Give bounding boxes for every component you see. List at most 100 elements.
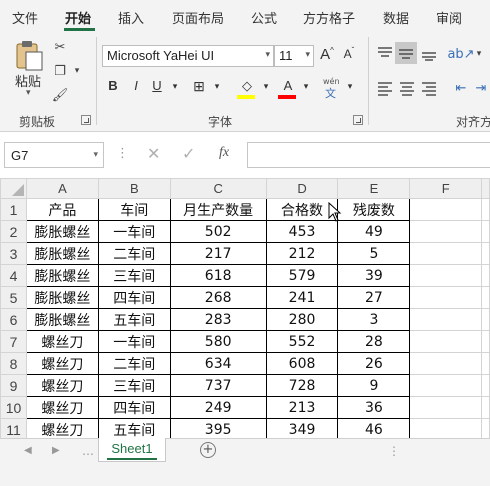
- empty-cell[interactable]: [409, 242, 483, 265]
- column-header-b[interactable]: B: [97, 178, 171, 199]
- clipboard-launcher-icon[interactable]: [81, 115, 91, 125]
- table-cell[interactable]: 283: [169, 308, 267, 331]
- format-painter-icon[interactable]: 🖌: [51, 86, 69, 104]
- table-cell[interactable]: 217: [169, 242, 267, 265]
- table-cell[interactable]: 26: [337, 352, 411, 375]
- table-cell[interactable]: 膨胀螺丝: [25, 242, 99, 265]
- table-cell[interactable]: 49: [337, 220, 411, 243]
- font-family-select[interactable]: Microsoft YaHei UI ▾: [102, 45, 274, 67]
- tab-fangfang[interactable]: 方方格子: [303, 8, 355, 27]
- table-cell[interactable]: 618: [169, 264, 267, 287]
- table-cell[interactable]: 349: [265, 418, 339, 438]
- row-header[interactable]: 6: [0, 308, 27, 331]
- row-header[interactable]: 1: [0, 198, 27, 221]
- table-cell[interactable]: 螺丝刀: [25, 418, 99, 438]
- empty-cell[interactable]: [481, 396, 490, 419]
- table-cell[interactable]: 5: [337, 242, 411, 265]
- empty-cell[interactable]: [481, 374, 490, 397]
- column-header-a[interactable]: A: [25, 178, 99, 199]
- table-cell[interactable]: 膨胀螺丝: [25, 220, 99, 243]
- table-cell[interactable]: 车间: [97, 198, 171, 221]
- tab-file[interactable]: 文件: [12, 8, 38, 27]
- tab-page-layout[interactable]: 页面布局: [172, 8, 224, 27]
- formula-bar-grip-icon[interactable]: ⋮: [116, 146, 129, 161]
- next-sheet-icon[interactable]: ▶: [52, 445, 60, 456]
- chevron-down-icon[interactable]: ▾: [341, 81, 359, 101]
- table-cell[interactable]: 五车间: [97, 418, 171, 438]
- table-cell[interactable]: 膨胀螺丝: [25, 264, 99, 287]
- table-cell[interactable]: 三车间: [97, 264, 171, 287]
- enter-icon[interactable]: ✓: [182, 144, 195, 163]
- table-cell[interactable]: 552: [265, 330, 339, 353]
- bold-button[interactable]: B: [104, 78, 122, 98]
- table-cell[interactable]: 268: [169, 286, 267, 309]
- row-header[interactable]: 7: [0, 330, 27, 353]
- table-cell[interactable]: 月生产数量: [169, 198, 267, 221]
- table-cell[interactable]: 螺丝刀: [25, 330, 99, 353]
- copy-icon[interactable]: ❐: [51, 62, 69, 80]
- empty-cell[interactable]: [409, 418, 483, 438]
- column-header-d[interactable]: D: [265, 178, 339, 199]
- empty-cell[interactable]: [409, 352, 483, 375]
- chevron-down-icon[interactable]: ▾: [208, 81, 226, 101]
- empty-cell[interactable]: [409, 374, 483, 397]
- column-header-g[interactable]: [481, 178, 490, 199]
- empty-cell[interactable]: [481, 198, 490, 221]
- name-box[interactable]: G7 ▾: [4, 142, 104, 168]
- table-cell[interactable]: 212: [265, 242, 339, 265]
- formula-input[interactable]: [247, 142, 490, 168]
- row-header[interactable]: 4: [0, 264, 27, 287]
- empty-cell[interactable]: [409, 396, 483, 419]
- row-header[interactable]: 9: [0, 374, 27, 397]
- borders-icon[interactable]: ⊞: [190, 78, 208, 98]
- table-cell[interactable]: 28: [337, 330, 411, 353]
- align-middle-icon[interactable]: [397, 45, 415, 61]
- column-header-f[interactable]: F: [409, 178, 483, 199]
- table-cell[interactable]: 249: [169, 396, 267, 419]
- table-cell[interactable]: 213: [265, 396, 339, 419]
- align-top-icon[interactable]: [376, 45, 394, 61]
- phonetic-guide-icon[interactable]: 文: [325, 85, 336, 101]
- empty-cell[interactable]: [409, 308, 483, 331]
- empty-cell[interactable]: [481, 330, 490, 353]
- table-cell[interactable]: 螺丝刀: [25, 396, 99, 419]
- table-cell[interactable]: 五车间: [97, 308, 171, 331]
- font-launcher-icon[interactable]: [353, 115, 363, 125]
- cancel-icon[interactable]: ✕: [147, 144, 160, 163]
- empty-cell[interactable]: [409, 330, 483, 353]
- empty-cell[interactable]: [409, 198, 483, 221]
- table-cell[interactable]: 502: [169, 220, 267, 243]
- tab-formulas[interactable]: 公式: [251, 8, 277, 27]
- increase-indent-icon[interactable]: ⇥: [472, 79, 490, 97]
- align-right-icon[interactable]: [420, 80, 438, 96]
- paste-icon[interactable]: [14, 40, 44, 72]
- table-cell[interactable]: 395: [169, 418, 267, 438]
- table-cell[interactable]: 残废数: [337, 198, 411, 221]
- table-cell[interactable]: 二车间: [97, 352, 171, 375]
- select-all-corner[interactable]: [0, 178, 27, 199]
- table-cell[interactable]: 737: [169, 374, 267, 397]
- empty-cell[interactable]: [481, 418, 490, 438]
- row-header[interactable]: 2: [0, 220, 27, 243]
- align-bottom-icon[interactable]: [420, 45, 438, 61]
- table-cell[interactable]: 453: [265, 220, 339, 243]
- row-header[interactable]: 8: [0, 352, 27, 375]
- empty-cell[interactable]: [409, 286, 483, 309]
- table-cell[interactable]: 280: [265, 308, 339, 331]
- underline-button[interactable]: U: [148, 78, 166, 98]
- table-cell[interactable]: 螺丝刀: [25, 374, 99, 397]
- shrink-font-button[interactable]: Aˇ: [340, 46, 358, 66]
- table-cell[interactable]: 四车间: [97, 286, 171, 309]
- chevron-down-icon[interactable]: ▾: [257, 81, 275, 101]
- table-cell[interactable]: 634: [169, 352, 267, 375]
- table-cell[interactable]: 241: [265, 286, 339, 309]
- tab-insert[interactable]: 插入: [118, 8, 144, 27]
- tab-review[interactable]: 审阅: [436, 8, 462, 27]
- table-cell[interactable]: 579: [265, 264, 339, 287]
- table-cell[interactable]: 27: [337, 286, 411, 309]
- table-cell[interactable]: 膨胀螺丝: [25, 286, 99, 309]
- table-cell[interactable]: 580: [169, 330, 267, 353]
- column-header-e[interactable]: E: [337, 178, 411, 199]
- table-cell[interactable]: 3: [337, 308, 411, 331]
- row-header[interactable]: 10: [0, 396, 27, 419]
